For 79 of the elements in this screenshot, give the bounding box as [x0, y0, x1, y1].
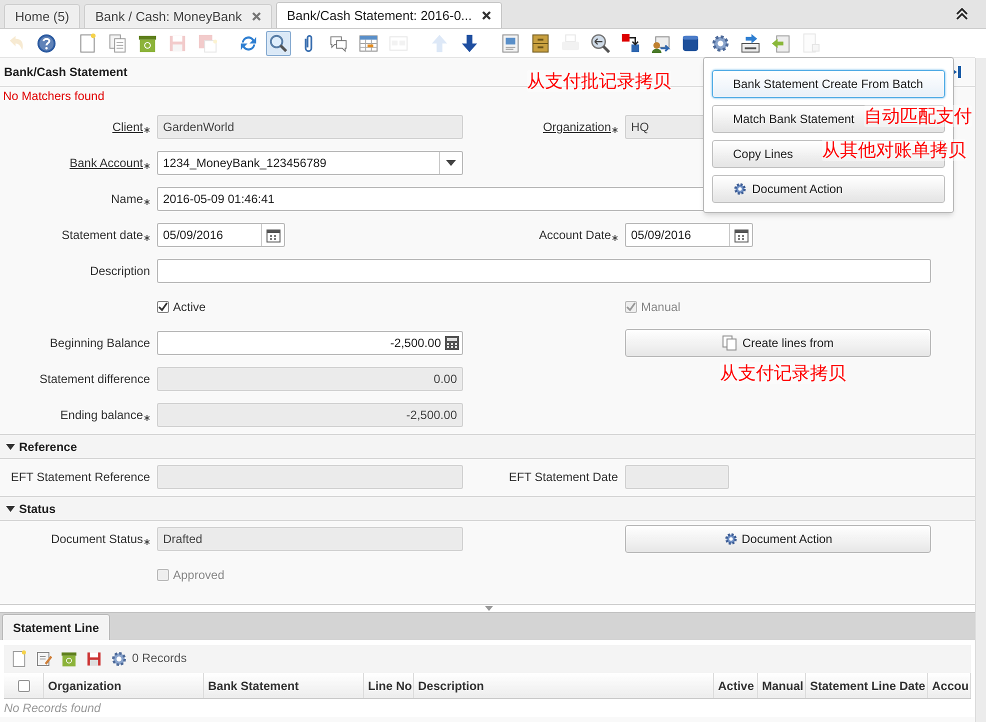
- workflow-icon[interactable]: [620, 32, 641, 54]
- window-tab[interactable]: Bank / Cash: MoneyBank: [84, 4, 272, 28]
- field-label: EFT Statement Reference: [10, 469, 150, 486]
- copy-documents-icon[interactable]: [107, 32, 128, 54]
- field-label-link[interactable]: Bank Account: [70, 154, 143, 172]
- magnifier-arrow-icon[interactable]: [590, 32, 611, 54]
- text-field[interactable]: [157, 259, 931, 283]
- column-header[interactable]: Accou: [928, 673, 971, 698]
- search-icon[interactable]: [268, 32, 289, 54]
- column-header[interactable]: Active: [714, 673, 758, 698]
- menu-button[interactable]: Document Action: [712, 175, 945, 203]
- field-label-link[interactable]: Client: [112, 118, 143, 136]
- readonly-field: Drafted: [157, 527, 463, 551]
- field-label: Document Status: [50, 531, 143, 548]
- column-header[interactable]: Description: [414, 673, 714, 698]
- window-tab[interactable]: Home (5): [4, 4, 80, 28]
- section-header[interactable]: Status: [0, 496, 975, 521]
- down-arrow-icon[interactable]: [459, 32, 480, 54]
- column-header[interactable]: Organization: [44, 673, 204, 698]
- number-field[interactable]: -2,500.00: [157, 331, 463, 355]
- import-icon[interactable]: [770, 32, 791, 54]
- checkbox-label: Approved: [173, 567, 224, 584]
- empty-message: No Records found: [4, 700, 101, 717]
- record-count: 0 Records: [132, 650, 187, 667]
- select-all-checkbox[interactable]: [18, 680, 30, 692]
- floppy-icon[interactable]: [85, 650, 103, 668]
- field-label: EFT Statement Date: [508, 469, 618, 486]
- form-title: Bank/Cash Statement: [4, 64, 128, 81]
- section-header[interactable]: Reference: [0, 434, 975, 459]
- collapse-icon[interactable]: [956, 8, 968, 20]
- column-header[interactable]: Line No: [364, 673, 414, 698]
- dropdown-field[interactable]: 1234_MoneyBank_123456789: [157, 151, 463, 175]
- field-label: Description: [90, 263, 150, 280]
- date-field[interactable]: 05/09/2016: [625, 223, 753, 247]
- copy-documents-icon[interactable]: [722, 335, 738, 351]
- annotation-label: 从支付批记录拷贝: [527, 70, 671, 92]
- bin-icon[interactable]: [60, 650, 78, 668]
- close-icon[interactable]: [482, 11, 491, 20]
- calculator-icon[interactable]: [444, 335, 460, 351]
- checkbox-label: Manual: [641, 299, 680, 316]
- edit-record-icon[interactable]: [35, 650, 53, 668]
- table-icon[interactable]: [358, 32, 379, 54]
- field-label: Ending balance: [60, 407, 143, 424]
- settings-icon[interactable]: [110, 650, 128, 668]
- settings-icon[interactable]: [733, 182, 747, 196]
- new-document-icon[interactable]: [10, 650, 28, 668]
- column-header[interactable]: Bank Statement: [204, 673, 364, 698]
- annotation-label: 从其他对账单拷贝: [822, 139, 966, 161]
- annotation-label: 从支付记录拷贝: [720, 362, 846, 384]
- error-message: No Matchers found: [3, 88, 104, 105]
- settings-icon[interactable]: [710, 32, 731, 54]
- field-label: Account Date: [538, 227, 611, 244]
- detail-tab[interactable]: Statement Line: [2, 614, 110, 640]
- column-header[interactable]: Manual: [758, 673, 806, 698]
- field-label: Statement difference: [39, 371, 150, 388]
- checkbox[interactable]: [157, 301, 169, 313]
- expanded-caret-icon[interactable]: [6, 504, 15, 512]
- help-icon[interactable]: [36, 32, 57, 54]
- field-label: Name: [110, 191, 143, 208]
- date-field[interactable]: 05/09/2016: [157, 223, 285, 247]
- readonly-field: GardenWorld: [157, 115, 463, 139]
- form-button[interactable]: Create lines from: [625, 329, 931, 357]
- field-label: Statement date: [62, 227, 143, 244]
- expanded-caret-icon[interactable]: [6, 442, 15, 450]
- field-label: Beginning Balance: [50, 335, 150, 352]
- annotation-label: 自动匹配支付: [864, 105, 972, 127]
- menu-button[interactable]: Bank Statement Create From Batch: [712, 70, 945, 98]
- window-tab[interactable]: Bank/Cash Statement: 2016-0...: [276, 2, 502, 28]
- inbox-download-icon[interactable]: [740, 32, 761, 54]
- field-label-link[interactable]: Organization: [542, 118, 611, 136]
- cabinet-icon[interactable]: [530, 32, 551, 54]
- column-header[interactable]: Statement Line Date: [806, 673, 928, 698]
- form-button[interactable]: Document Action: [625, 525, 931, 553]
- settings-icon[interactable]: [724, 532, 738, 546]
- checkbox-label: Active: [173, 299, 206, 316]
- scrollbar[interactable]: [975, 58, 986, 722]
- readonly-field: 0.00: [157, 367, 463, 391]
- readonly-field: -2,500.00: [157, 403, 463, 427]
- report-icon[interactable]: [500, 32, 521, 54]
